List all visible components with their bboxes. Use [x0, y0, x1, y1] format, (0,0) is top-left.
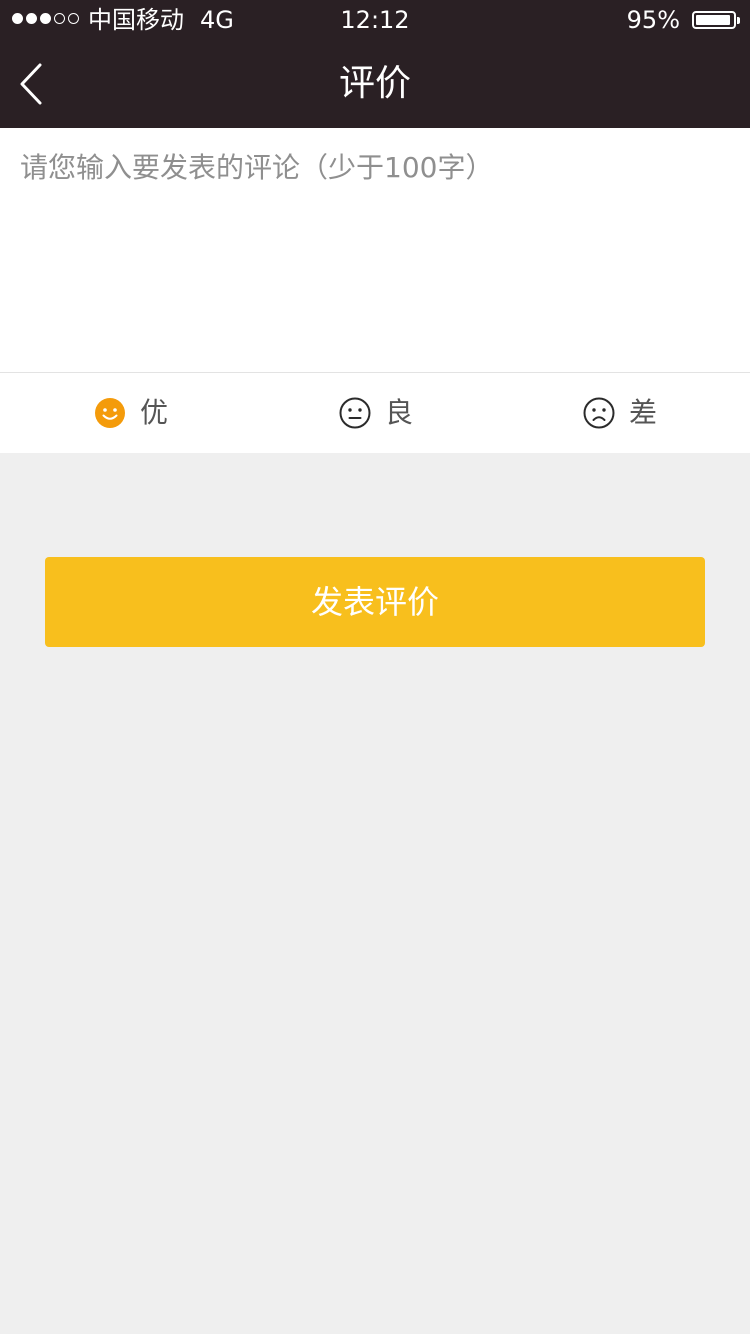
battery-level — [696, 15, 731, 25]
battery-percent: 95% — [626, 6, 680, 34]
battery-icon — [692, 11, 736, 29]
battery-cap — [737, 17, 740, 24]
rating-label-good: 优 — [140, 396, 169, 429]
smile-icon — [95, 398, 125, 428]
neutral-face-icon — [339, 397, 371, 429]
nav-bar: 评价 — [0, 40, 750, 128]
rating-label-mid: 良 — [385, 396, 414, 429]
comment-box — [0, 128, 750, 372]
comment-input[interactable] — [0, 128, 750, 372]
rating-option-mid[interactable]: 良 — [339, 373, 413, 453]
submit-review-button[interactable]: 发表评价 — [45, 557, 705, 647]
rating-label-bad: 差 — [629, 396, 658, 429]
rating-option-bad[interactable]: 差 — [583, 373, 657, 453]
page-title: 评价 — [338, 63, 411, 104]
header: 中国移动 4G 12:12 95% 评价 — [0, 0, 750, 128]
frown-icon — [583, 397, 615, 429]
status-bar: 中国移动 4G 12:12 95% — [0, 0, 750, 40]
chevron-left-icon — [20, 63, 42, 105]
review-screen: 中国移动 4G 12:12 95% 评价 请您输入要发表的评论（少于100字） … — [0, 0, 750, 1334]
rating-selector: 优 良 差 — [0, 373, 750, 453]
back-button[interactable] — [8, 54, 68, 114]
rating-option-good[interactable]: 优 — [94, 373, 168, 453]
